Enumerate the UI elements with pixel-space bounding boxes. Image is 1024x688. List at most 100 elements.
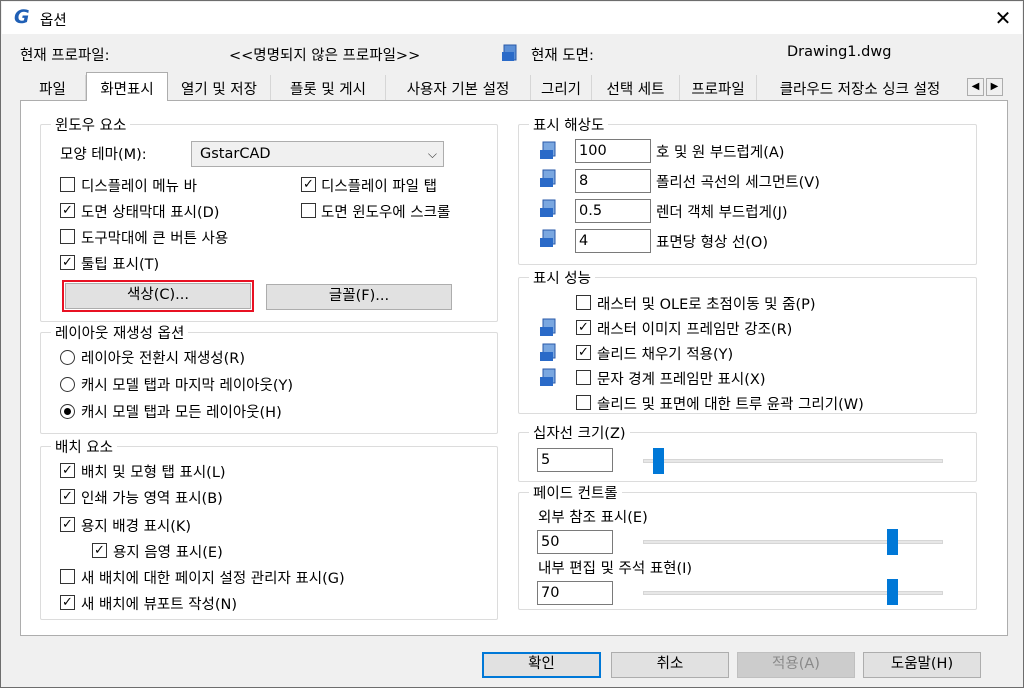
checkbox-pan-zoom-raster-label: 래스터 및 OLE로 초점이동 및 줌(P) [597, 297, 816, 313]
layout-regen-title: 레이아웃 재생성 옵션 [51, 322, 189, 343]
tab-drafting[interactable]: 그리기 [531, 75, 592, 101]
options-dialog: G 옵션 ✕ 현재 프로파일: <<명명되지 않은 프로파일>> 현재 도면: … [0, 0, 1024, 688]
checkbox-layout-model-tabs-label: 배치 및 모형 탭 표시(L) [81, 465, 226, 481]
fonts-button[interactable]: 글꼴(F)... [266, 284, 452, 310]
display-resolution-group: 표시 해상도 100 호 및 원 부드럽게(A) 8 폴리선 곡선의 세그먼트(… [518, 114, 977, 265]
checkbox-file-tabs-label: 디스플레이 파일 탭 [321, 179, 437, 195]
tab-files[interactable]: 파일 [20, 75, 86, 101]
drawing-value: Drawing1.dwg [787, 44, 892, 60]
crosshair-size-group: 십자선 크기(Z) 5 [518, 422, 977, 482]
checkbox-status-bar-label: 도면 상태막대 표시(D) [81, 205, 220, 221]
checkbox-large-buttons[interactable] [60, 229, 75, 244]
radio-cache-all-layouts[interactable] [60, 404, 75, 419]
checkbox-raster-frame-label: 래스터 이미지 프레임만 강조(R) [597, 322, 793, 338]
arc-smoothness-label: 호 및 원 부드럽게(A) [656, 145, 785, 161]
display-tab-page: 윈도우 요소 모양 테마(M): GstarCAD ⌵ 디스플레이 메뉴 바 ✓… [20, 100, 1008, 636]
color-scheme-select[interactable]: GstarCAD ⌵ [191, 141, 444, 167]
radio-cache-last-layout-label: 캐시 모델 탭과 마지막 레이아웃(Y) [81, 378, 294, 394]
tab-profiles[interactable]: 프로파일 [680, 75, 757, 101]
radio-cache-last-layout[interactable] [60, 377, 75, 392]
layout-elements-group: 배치 요소 ✓ 배치 및 모형 탭 표시(L) ✓ 인쇄 가능 영역 표시(B)… [40, 436, 498, 620]
polyline-segments-field[interactable]: 8 [575, 169, 651, 193]
color-scheme-value: GstarCAD [200, 146, 271, 162]
in-place-fade-slider-track [643, 591, 943, 595]
xref-fade-slider-track [643, 540, 943, 544]
tab-plot-publish[interactable]: 플롯 및 게시 [271, 75, 386, 101]
dwg-saved-icon [540, 368, 556, 386]
checkbox-paper-background[interactable]: ✓ [60, 517, 75, 532]
close-button[interactable]: ✕ [990, 5, 1016, 31]
dwg-saved-icon [540, 141, 556, 159]
contour-lines-label: 표면당 형상 선(O) [656, 235, 768, 251]
checkbox-menu-bar[interactable] [60, 177, 75, 192]
gstarcad-logo-icon: G [14, 6, 30, 28]
ok-button[interactable]: 확인 [482, 652, 601, 678]
help-button[interactable]: 도움말(H) [863, 652, 981, 678]
xref-display-field[interactable]: 50 [537, 530, 613, 554]
dwg-saved-icon [540, 199, 556, 217]
checkbox-printable-area-label: 인쇄 가능 영역 표시(B) [81, 491, 223, 507]
window-title: 옵션 [40, 13, 67, 29]
tab-scroll-left-icon[interactable]: ◀ [967, 78, 984, 96]
window-elements-title: 윈도우 요소 [51, 114, 131, 135]
display-performance-title: 표시 성능 [529, 267, 595, 288]
tab-selection[interactable]: 선택 세트 [592, 75, 680, 101]
checkbox-solid-fill[interactable]: ✓ [576, 345, 591, 360]
checkbox-scroll-bars[interactable] [301, 203, 316, 218]
radio-regen-on-switch-label: 레이아웃 전환시 재생성(R) [81, 351, 246, 367]
checkbox-paper-shadow-label: 용지 음영 표시(E) [113, 545, 223, 561]
checkbox-tooltips[interactable]: ✓ [60, 255, 75, 270]
checkbox-menu-bar-label: 디스플레이 메뉴 바 [81, 179, 197, 195]
layout-elements-title: 배치 요소 [51, 436, 117, 457]
in-place-fade-slider[interactable] [887, 579, 898, 605]
chevron-down-icon: ⌵ [427, 147, 437, 161]
radio-regen-on-switch[interactable] [60, 350, 75, 365]
profile-label: 현재 프로파일: [20, 48, 110, 64]
dwg-file-icon [502, 44, 517, 61]
cancel-button[interactable]: 취소 [611, 652, 729, 678]
checkbox-raster-frame[interactable]: ✓ [576, 320, 591, 335]
tab-user-preferences[interactable]: 사용자 기본 설정 [386, 75, 531, 101]
xref-fade-slider[interactable] [887, 529, 898, 555]
checkbox-create-viewport[interactable]: ✓ [60, 595, 75, 610]
in-place-edit-field[interactable]: 70 [537, 581, 613, 605]
tab-display[interactable]: 화면표시 [86, 72, 168, 101]
checkbox-text-boundary[interactable] [576, 370, 591, 385]
rendered-smoothness-field[interactable]: 0.5 [575, 199, 651, 223]
tab-strip: 파일 화면표시 열기 및 저장 플롯 및 게시 사용자 기본 설정 그리기 선택… [20, 72, 1008, 101]
checkbox-scroll-bars-label: 도면 윈도우에 스크롤 [321, 205, 451, 221]
checkbox-paper-background-label: 용지 배경 표시(K) [81, 519, 192, 535]
crosshair-size-slider[interactable] [653, 448, 664, 474]
tab-scroll-right-icon[interactable]: ▶ [986, 78, 1003, 96]
crosshair-size-field[interactable]: 5 [537, 448, 613, 472]
checkbox-file-tabs[interactable]: ✓ [301, 177, 316, 192]
checkbox-page-setup-manager[interactable] [60, 569, 75, 584]
tab-open-save[interactable]: 열기 및 저장 [168, 75, 271, 101]
checkbox-page-setup-manager-label: 새 배치에 대한 페이지 설정 관리자 표시(G) [81, 571, 345, 587]
apply-button[interactable]: 적용(A) [737, 652, 855, 678]
rendered-smoothness-label: 렌더 객체 부드럽게(J) [656, 205, 788, 221]
checkbox-printable-area[interactable]: ✓ [60, 489, 75, 504]
checkbox-large-buttons-label: 도구막대에 큰 버튼 사용 [81, 231, 229, 247]
colors-button[interactable]: 색상(C)... [62, 280, 254, 312]
dwg-saved-icon [540, 343, 556, 361]
checkbox-true-silhouettes[interactable] [576, 395, 591, 410]
checkbox-status-bar[interactable]: ✓ [60, 203, 75, 218]
checkbox-pan-zoom-raster[interactable] [576, 295, 591, 310]
layout-regen-group: 레이아웃 재생성 옵션 레이아웃 전환시 재생성(R) 캐시 모델 탭과 마지막… [40, 322, 498, 434]
in-place-edit-label: 내부 편집 및 주석 표현(I) [538, 561, 693, 577]
tab-cloud-sync[interactable]: 클라우드 저장소 싱크 설정 [757, 75, 963, 101]
crosshair-size-slider-track [643, 459, 943, 463]
color-scheme-label: 모양 테마(M): [60, 147, 147, 163]
title-bar[interactable]: G 옵션 ✕ [2, 2, 1022, 34]
radio-cache-all-layouts-label: 캐시 모델 탭과 모든 레이아웃(H) [81, 405, 282, 421]
crosshair-size-title: 십자선 크기(Z) [529, 422, 630, 443]
drawing-label: 현재 도면: [531, 48, 594, 64]
arc-smoothness-field[interactable]: 100 [575, 139, 651, 163]
display-resolution-title: 표시 해상도 [529, 114, 609, 135]
checkbox-create-viewport-label: 새 배치에 뷰포트 작성(N) [81, 597, 238, 613]
checkbox-layout-model-tabs[interactable]: ✓ [60, 463, 75, 478]
contour-lines-field[interactable]: 4 [575, 229, 651, 253]
polyline-segments-label: 폴리선 곡선의 세그먼트(V) [656, 175, 820, 191]
checkbox-paper-shadow[interactable]: ✓ [92, 543, 107, 558]
